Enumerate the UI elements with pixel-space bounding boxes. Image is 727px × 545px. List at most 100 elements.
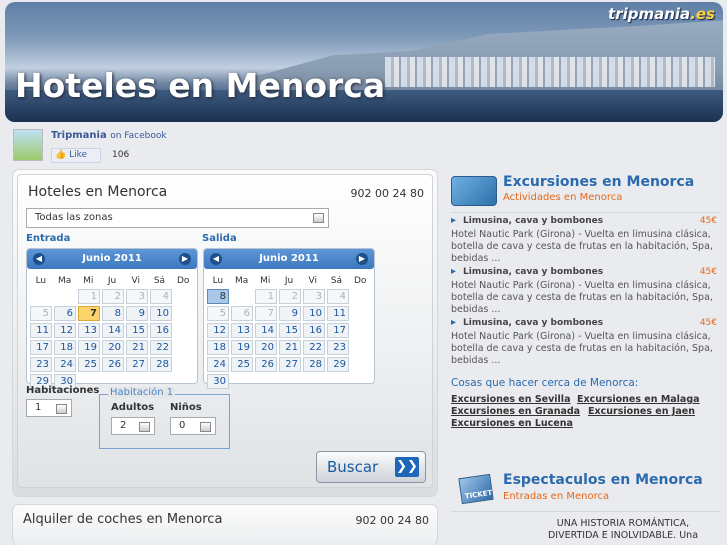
weekday-label: Do: [176, 276, 190, 286]
calendar-day[interactable]: 24: [54, 357, 76, 372]
calendar-day[interactable]: 15: [126, 323, 148, 338]
calendar-day[interactable]: 13: [231, 323, 253, 338]
calendar-day[interactable]: 28: [303, 357, 325, 372]
dropdown-icon: [200, 422, 211, 432]
calendar-day[interactable]: 9: [126, 306, 148, 321]
weekday-label: Ju: [107, 276, 117, 286]
tripmania-logo[interactable]: tripmania.es: [608, 5, 715, 23]
calendar-day[interactable]: 26: [102, 357, 124, 372]
espectaculos-subtitle[interactable]: Entradas en Menorca: [503, 491, 609, 502]
link-malaga[interactable]: Excursiones en Malaga: [577, 394, 700, 405]
calendar-day[interactable]: 22: [150, 340, 172, 355]
calendar-day[interactable]: 8: [102, 306, 124, 321]
calendar-day[interactable]: 28: [150, 357, 172, 372]
calendar-day[interactable]: 19: [78, 340, 100, 355]
link-lucena[interactable]: Excursiones en Lucena: [451, 418, 573, 429]
calendar-day[interactable]: 26: [255, 357, 277, 372]
calendar-day: 1: [255, 289, 277, 304]
calendar-day[interactable]: 19: [231, 340, 253, 355]
calendar-day[interactable]: 16: [303, 323, 325, 338]
offer-title[interactable]: Limusina, cava y bombones: [451, 266, 719, 277]
calendar-day[interactable]: 21: [126, 340, 148, 355]
calendar-day[interactable]: 16: [150, 323, 172, 338]
calendar-day[interactable]: 23: [30, 357, 52, 372]
calendar-day[interactable]: 10: [303, 306, 325, 321]
prev-month-icon[interactable]: ◀: [210, 253, 222, 265]
calendar-day[interactable]: 17: [327, 323, 349, 338]
espectaculos-title[interactable]: Espectaculos en Menorca: [503, 472, 703, 488]
cosas-heading: Cosas que hacer cerca de Menorca:: [451, 377, 639, 389]
calendar-day[interactable]: 6: [54, 306, 76, 321]
next-month-icon[interactable]: ▶: [179, 253, 191, 265]
calendar-day[interactable]: 22: [303, 340, 325, 355]
calendar-day[interactable]: 7: [78, 306, 100, 321]
zone-select[interactable]: Todas las zonas: [26, 208, 329, 228]
calendar-day[interactable]: 11: [327, 306, 349, 321]
calendar-day: 1: [78, 289, 100, 304]
facebook-page-name[interactable]: Tripmania on Facebook: [51, 130, 167, 141]
calendar-day[interactable]: 27: [279, 357, 301, 372]
weekday-label: Mi: [260, 276, 271, 286]
buscar-button[interactable]: Buscar ❯❯: [316, 451, 426, 483]
calendar-day[interactable]: 30: [207, 374, 229, 389]
calendar-day[interactable]: 14: [102, 323, 124, 338]
calendar-day[interactable]: 13: [78, 323, 100, 338]
offer-title[interactable]: Limusina, cava y bombones: [451, 215, 719, 226]
excursiones-title[interactable]: Excursiones en Menorca: [503, 174, 694, 190]
calendar-day[interactable]: 25: [78, 357, 100, 372]
calendar-day[interactable]: 25: [231, 357, 253, 372]
calendar-day[interactable]: 18: [207, 340, 229, 355]
calendar-day[interactable]: 12: [207, 323, 229, 338]
calendar-day[interactable]: 9: [279, 306, 301, 321]
espectaculo-desc: UNA HISTORIA ROMÁNTICA, DIVERTIDA E INOLV…: [547, 518, 699, 541]
calendar-day[interactable]: 20: [102, 340, 124, 355]
weekday-label: Vi: [308, 276, 317, 286]
town-image: [385, 57, 715, 87]
calendar-day[interactable]: 29: [327, 357, 349, 372]
link-jaen[interactable]: Excursiones en Jaen: [588, 406, 695, 417]
adultos-select[interactable]: 2: [111, 417, 155, 435]
calendar-day[interactable]: 27: [126, 357, 148, 372]
next-month-icon[interactable]: ▶: [356, 253, 368, 265]
search-phone: 902 00 24 80: [350, 187, 424, 200]
calendar-day[interactable]: 21: [279, 340, 301, 355]
checkin-month: Junio 2011: [82, 253, 142, 264]
prev-month-icon[interactable]: ◀: [33, 253, 45, 265]
link-granada[interactable]: Excursiones en Granada: [451, 406, 580, 417]
offer-price: 45€: [699, 267, 717, 277]
calendar-day[interactable]: 17: [30, 340, 52, 355]
room-1-fieldset: Habitación 1 Adultos Niños 2 0: [99, 387, 230, 449]
weekday-label: Lu: [35, 276, 47, 286]
hotel-search-inner: Hoteles en Menorca 902 00 24 80 Todas la…: [17, 174, 433, 488]
weekday-label: Ma: [234, 276, 249, 286]
calendar-day[interactable]: 15: [279, 323, 301, 338]
habitaciones-select[interactable]: 1: [26, 399, 72, 417]
ninos-select[interactable]: 0: [170, 417, 216, 435]
offer-item[interactable]: Limusina, cava y bombones 45€ Hotel Naut…: [451, 266, 719, 316]
link-sevilla[interactable]: Excursiones en Sevilla: [451, 394, 570, 405]
header-banner: Hoteles en Menorca tripmania.es: [5, 2, 723, 122]
offer-desc: Hotel Nautic Park (Girona) - Vuelta en l…: [451, 331, 713, 366]
offer-item[interactable]: Limusina, cava y bombones 45€ Hotel Naut…: [451, 215, 719, 265]
dropdown-icon: [139, 422, 150, 432]
offer-item[interactable]: Limusina, cava y bombones 45€ Hotel Naut…: [451, 317, 719, 367]
divider: [451, 511, 721, 512]
calendar-day[interactable]: 20: [255, 340, 277, 355]
calendar-day[interactable]: 14: [255, 323, 277, 338]
calendar-day[interactable]: 8: [207, 289, 229, 304]
offer-title[interactable]: Limusina, cava y bombones: [451, 317, 719, 328]
facebook-avatar[interactable]: [13, 129, 43, 161]
like-count: 106: [112, 150, 130, 160]
hotel-search-panel: Hoteles en Menorca 902 00 24 80 Todas la…: [13, 170, 437, 496]
facebook-like-button[interactable]: 👍 Like: [51, 148, 101, 163]
divider: [451, 212, 721, 213]
calendar-day[interactable]: 23: [327, 340, 349, 355]
calendar-day[interactable]: 10: [150, 306, 172, 321]
offer-desc: Hotel Nautic Park (Girona) - Vuelta en l…: [451, 280, 713, 315]
calendar-day[interactable]: 24: [207, 357, 229, 372]
facebook-widget: Tripmania on Facebook 👍 Like 106: [13, 128, 433, 164]
excursiones-subtitle[interactable]: Actividades en Menorca: [503, 192, 622, 203]
calendar-day[interactable]: 11: [30, 323, 52, 338]
calendar-day[interactable]: 18: [54, 340, 76, 355]
calendar-day[interactable]: 12: [54, 323, 76, 338]
